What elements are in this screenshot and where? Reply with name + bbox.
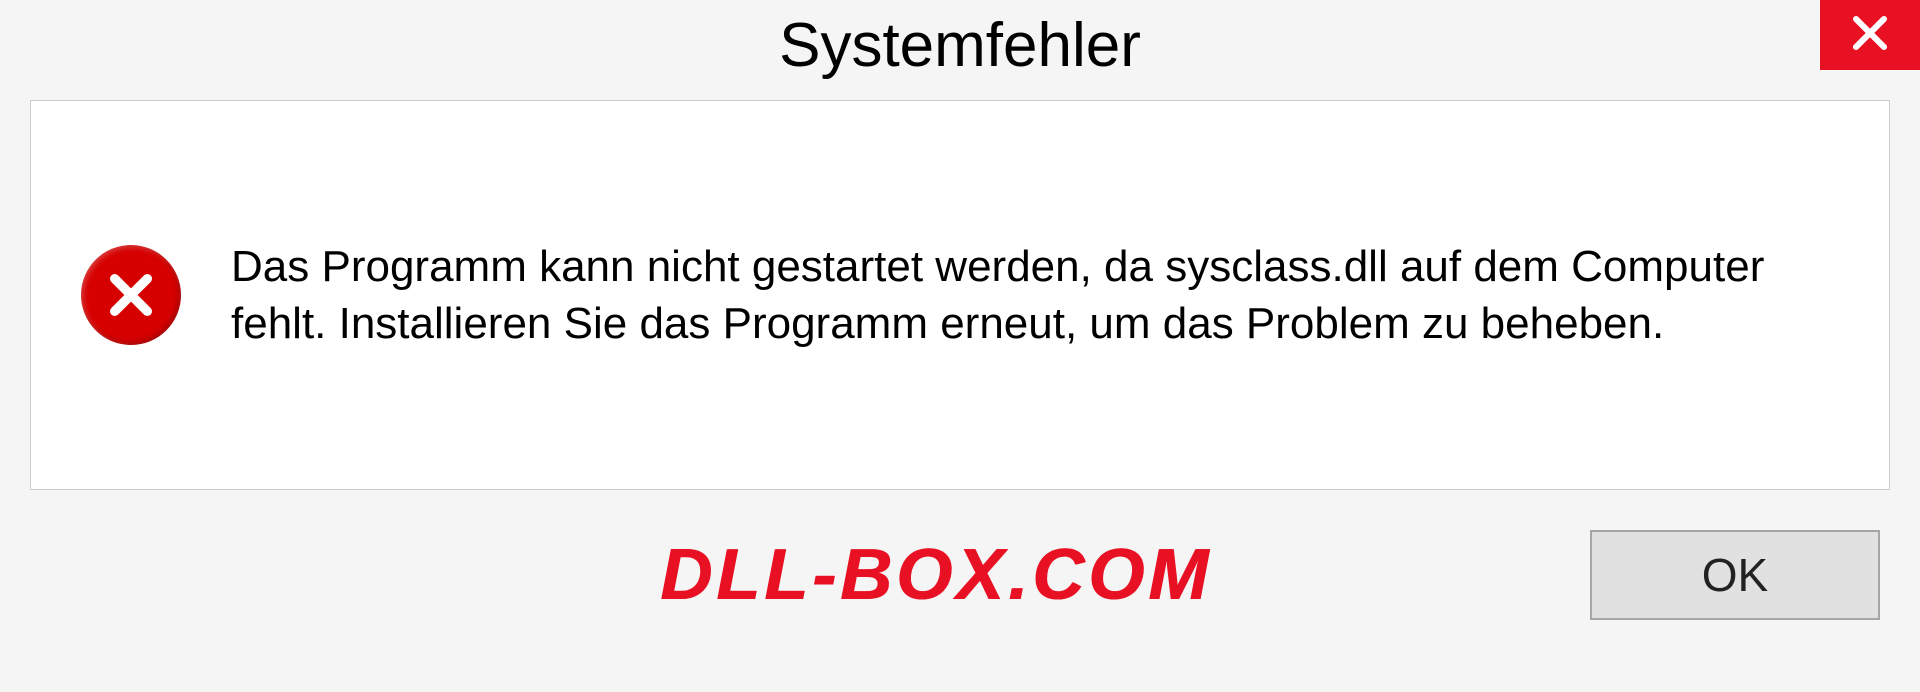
dialog-footer: DLL-BOX.COM OK [0,490,1920,620]
message-panel: Das Programm kann nicht gestartet werden… [30,100,1890,490]
watermark-text: DLL-BOX.COM [660,534,1212,616]
close-button[interactable] [1820,0,1920,70]
dialog-title: Systemfehler [779,10,1141,81]
ok-button-label: OK [1702,548,1768,602]
close-icon [1849,12,1891,59]
ok-button[interactable]: OK [1590,530,1880,620]
titlebar: Systemfehler [0,0,1920,90]
error-message: Das Programm kann nicht gestartet werden… [231,238,1839,352]
error-icon [81,245,181,345]
error-dialog: Systemfehler Das Programm kann nicht ges… [0,0,1920,692]
